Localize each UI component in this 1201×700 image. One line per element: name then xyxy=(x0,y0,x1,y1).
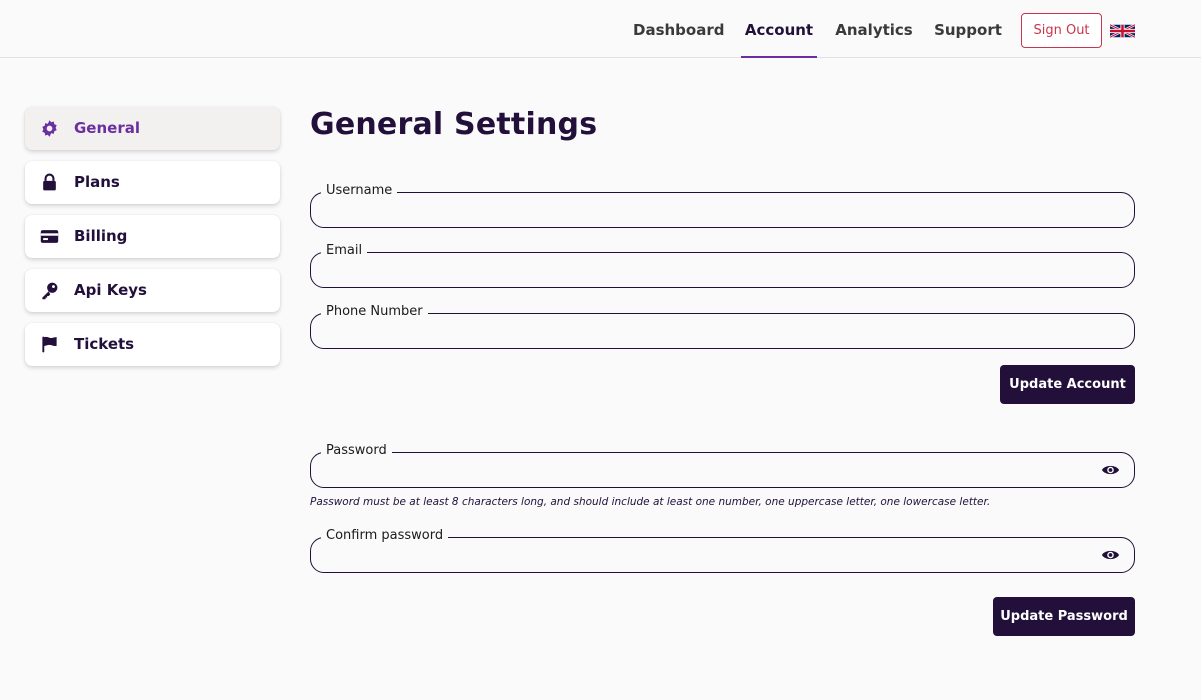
update-password-button[interactable]: Update Password xyxy=(993,597,1135,636)
sidebar-label-tickets: Tickets xyxy=(74,335,135,353)
uk-flag-icon[interactable] xyxy=(1110,23,1135,39)
sidebar-label-plans: Plans xyxy=(74,173,120,191)
username-input[interactable] xyxy=(325,199,1085,223)
nav-support[interactable]: Support xyxy=(932,0,1004,58)
confirm-password-field[interactable]: Confirm password xyxy=(310,528,1135,573)
sidebar-item-api-keys[interactable]: Api Keys xyxy=(25,269,280,312)
phone-number-input[interactable] xyxy=(325,320,1085,344)
page-title: General Settings xyxy=(310,107,598,142)
eye-icon[interactable] xyxy=(1101,463,1120,477)
password-field[interactable]: Password xyxy=(310,443,1135,488)
email-input[interactable] xyxy=(325,259,1085,283)
sidebar-label-api-keys: Api Keys xyxy=(74,281,147,299)
eye-icon[interactable] xyxy=(1101,548,1120,562)
email-label: Email xyxy=(321,243,368,259)
nav-analytics[interactable]: Analytics xyxy=(835,0,913,58)
phone-number-label: Phone Number xyxy=(321,304,428,320)
sidebar-item-general[interactable]: General xyxy=(25,107,280,150)
sidebar-item-plans[interactable]: Plans xyxy=(25,161,280,204)
sign-out-button[interactable]: Sign Out xyxy=(1021,13,1102,48)
password-input[interactable] xyxy=(325,459,1085,483)
update-account-button[interactable]: Update Account xyxy=(1000,365,1135,404)
username-field[interactable]: Username xyxy=(310,183,1135,228)
username-label: Username xyxy=(321,183,398,199)
confirm-password-input[interactable] xyxy=(325,544,1085,568)
lock-icon xyxy=(43,173,56,191)
credit-card-icon xyxy=(40,230,59,243)
nav-dashboard[interactable]: Dashboard xyxy=(633,0,724,58)
top-navbar: Dashboard Account Analytics Support Sign… xyxy=(0,0,1201,58)
flag-icon xyxy=(42,336,57,353)
password-hint: Password must be at least 8 characters l… xyxy=(310,496,991,508)
phone-number-field[interactable]: Phone Number xyxy=(310,304,1135,349)
sidebar-label-general: General xyxy=(74,119,140,137)
key-icon xyxy=(42,282,58,300)
gear-icon xyxy=(42,120,57,137)
email-field[interactable]: Email xyxy=(310,243,1135,288)
nav-account[interactable]: Account xyxy=(741,0,817,58)
sidebar-item-billing[interactable]: Billing xyxy=(25,215,280,258)
password-label: Password xyxy=(321,443,392,459)
confirm-password-label: Confirm password xyxy=(321,528,449,544)
sidebar-item-tickets[interactable]: Tickets xyxy=(25,323,280,366)
sidebar-label-billing: Billing xyxy=(74,227,128,245)
